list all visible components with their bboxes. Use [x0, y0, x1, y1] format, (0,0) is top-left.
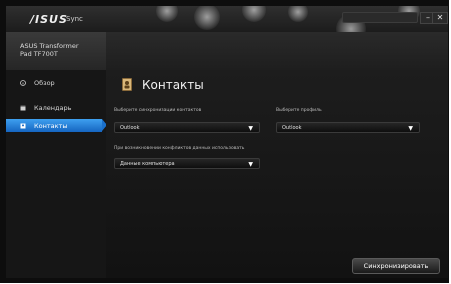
- dropdown-value: Outlook: [282, 124, 302, 131]
- sidebar-item-contacts[interactable]: Контакты: [6, 119, 107, 132]
- sync-contacts-label: Выберите синхронизации контактов: [114, 108, 202, 113]
- profile-dropdown[interactable]: Outlook ▼: [276, 122, 420, 133]
- decorative-orb: [156, 6, 178, 22]
- dropdown-value: Данные компьютера: [120, 160, 175, 167]
- device-name-line1: ASUS Transformer: [20, 42, 79, 50]
- decorative-orb: [194, 6, 220, 30]
- device-name-line2: Pad TF700T: [20, 50, 58, 58]
- page-title: Контакты: [142, 78, 204, 92]
- contacts-icon: [20, 123, 26, 129]
- close-button[interactable]: ✕: [432, 12, 448, 24]
- search-input[interactable]: [342, 12, 418, 23]
- info-icon: [20, 79, 26, 86]
- sidebar: Обзор Календарь Контакты: [6, 70, 107, 278]
- calendar-icon: [20, 105, 26, 111]
- contacts-book-icon: [120, 76, 134, 92]
- conflict-dropdown[interactable]: Данные компьютера ▼: [114, 158, 260, 169]
- title-bar: /ISUS Sync – ✕: [6, 6, 448, 44]
- sidebar-item-label: Календарь: [34, 103, 72, 112]
- sync-button[interactable]: Синхронизировать: [352, 258, 440, 274]
- device-name: ASUS Transformer Pad TF700T: [20, 42, 79, 58]
- conflict-label: При возникновении конфликтов данных испо…: [114, 146, 245, 151]
- dropdown-value: Outlook: [120, 124, 140, 131]
- sidebar-item-overview[interactable]: Обзор: [6, 76, 106, 89]
- header-band: [106, 32, 448, 70]
- profile-label: Выберите профиль: [276, 108, 322, 113]
- chevron-down-icon: ▼: [408, 125, 413, 132]
- asus-sync-window: /ISUS Sync – ✕ ASUS Transformer Pad TF70…: [6, 6, 448, 278]
- sync-contacts-dropdown[interactable]: Outlook ▼: [114, 122, 260, 133]
- sidebar-item-calendar[interactable]: Календарь: [6, 101, 106, 114]
- chevron-down-icon: ▼: [248, 161, 253, 168]
- decorative-orb: [242, 6, 266, 22]
- main-content: Контакты Выберите синхронизации контакто…: [106, 70, 448, 278]
- sidebar-item-label: Обзор: [34, 78, 55, 87]
- chevron-down-icon: ▼: [248, 125, 253, 132]
- app-name: Sync: [66, 15, 83, 23]
- asus-logo: /ISUS: [30, 13, 68, 26]
- device-info-panel: ASUS Transformer Pad TF700T: [6, 32, 106, 70]
- decorative-orb: [288, 6, 308, 22]
- sidebar-item-label: Контакты: [34, 121, 68, 130]
